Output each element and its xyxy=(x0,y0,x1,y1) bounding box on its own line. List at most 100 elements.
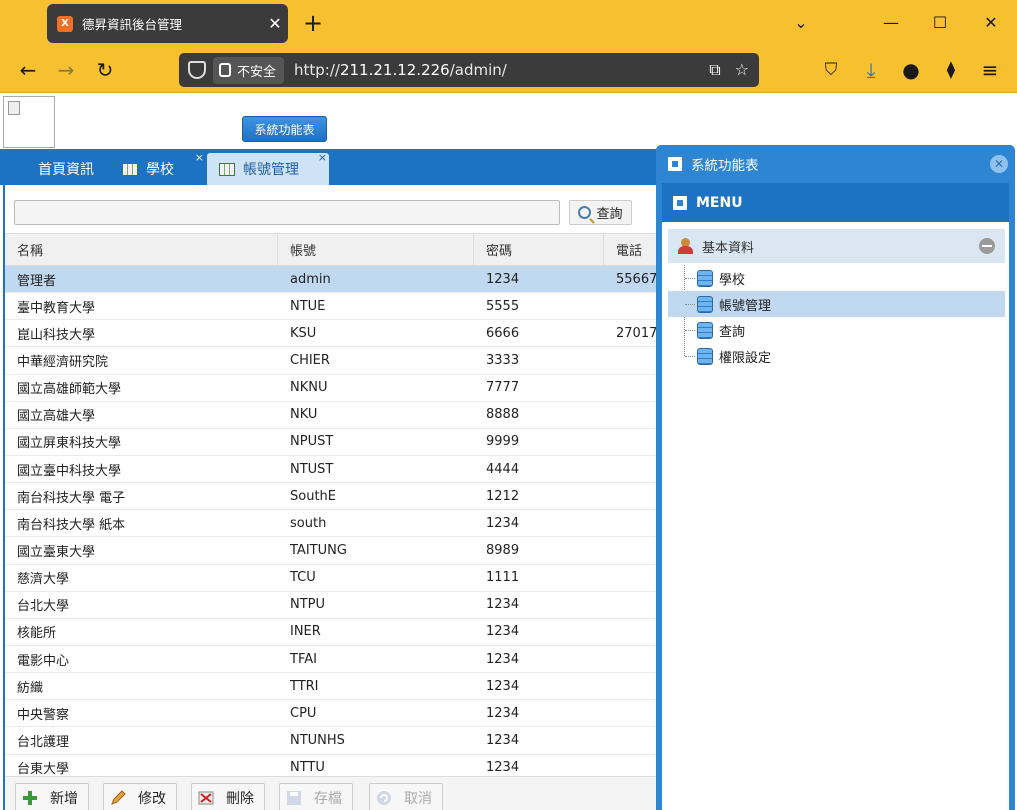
table-row[interactable]: 崑山科技大學 KSU 6666 27017 xyxy=(5,320,658,348)
save-label: 存檔 xyxy=(314,791,342,807)
table-row[interactable]: 中央警察 CPU 1234 xyxy=(5,700,658,728)
table-cell: 1234 xyxy=(486,651,520,667)
table-row[interactable]: 管理者 admin 1234 55667 xyxy=(5,266,658,294)
url-path: /admin/ xyxy=(449,61,507,79)
column-header-account[interactable]: 帳號 xyxy=(278,234,474,265)
address-bar[interactable]: 不安全 http://211.21.12.226/admin/ ⧉ ☆ xyxy=(179,53,759,87)
save-button[interactable]: 存檔 xyxy=(279,783,353,810)
table-cell: 國立屏東科技大學 xyxy=(17,436,122,452)
table-cell: admin xyxy=(290,271,331,287)
section-basic-data[interactable]: 基本資料 xyxy=(668,229,1005,263)
xampp-favicon-icon: X xyxy=(57,15,73,32)
table-row[interactable]: 中華經濟研究院 CHIER 3333 xyxy=(5,347,658,375)
system-menu-button[interactable]: 系統功能表 xyxy=(242,116,327,142)
table-row[interactable]: 南台科技大學 電子 SouthE 1212 xyxy=(5,483,658,511)
table-cell: 崑山科技大學 xyxy=(17,327,96,343)
broken-image-icon xyxy=(8,101,20,115)
column-header-phone[interactable]: 電話 xyxy=(604,234,658,265)
table-row[interactable]: 核能所 INER 1234 xyxy=(5,619,658,646)
table-header: 名稱 帳號 密碼 電話 xyxy=(5,233,658,266)
table-cell: 1234 xyxy=(486,732,520,748)
search-input[interactable] xyxy=(14,200,560,225)
close-tab-icon[interactable]: ✕ xyxy=(262,14,288,33)
table-cell: NTUE xyxy=(290,298,326,314)
tab-account-management[interactable]: 帳號管理 × xyxy=(207,151,329,185)
menu-item-school[interactable]: 學校 xyxy=(668,265,1005,291)
menu-item-permissions[interactable]: 權限設定 xyxy=(668,343,1005,369)
table-cell: 核能所 xyxy=(17,626,57,642)
delete-button[interactable]: 刪除 xyxy=(191,783,265,810)
tracking-shield-icon[interactable] xyxy=(188,61,206,79)
pocket-icon[interactable]: ⛉ xyxy=(817,56,845,84)
menu-item-account-management[interactable]: 帳號管理 xyxy=(668,291,1005,317)
reload-button[interactable]: ↻ xyxy=(91,56,119,84)
save-disk-icon xyxy=(287,791,301,805)
table-cell: 中央警察 xyxy=(17,707,70,723)
menu-label: MENU xyxy=(696,194,743,211)
table-row[interactable]: 國立高雄大學 NKU 8888 xyxy=(5,402,658,429)
url-text[interactable]: http://211.21.12.226/admin/ xyxy=(294,61,709,79)
minimize-button[interactable]: — xyxy=(877,9,905,37)
table-row[interactable]: 電影中心 TFAI 1234 xyxy=(5,646,658,674)
tab-label: 首頁資訊 xyxy=(38,162,94,178)
table-row[interactable]: 慈濟大學 TCU 1111 xyxy=(5,565,658,592)
column-header-password[interactable]: 密碼 xyxy=(474,234,604,265)
browser-tab[interactable]: X 德昇資訊後台管理 ✕ xyxy=(47,4,288,43)
bookmark-star-icon[interactable]: ☆ xyxy=(735,60,749,80)
column-header-name[interactable]: 名稱 xyxy=(5,234,278,265)
system-menu-window[interactable]: 系統功能表 ✕ MENU 基本資料 學校 帳號管理 查詢 權限設定 xyxy=(656,145,1015,810)
close-window-icon[interactable]: ✕ xyxy=(990,155,1008,173)
table-row[interactable]: 紡織 TTRI 1234 xyxy=(5,673,658,701)
table-row[interactable]: 臺中教育大學 NTUE 5555 xyxy=(5,293,658,321)
close-tab-icon[interactable]: × xyxy=(318,151,327,164)
search-button[interactable]: 查詢 xyxy=(569,200,632,225)
table-cell: CPU xyxy=(290,705,317,721)
delete-label: 刪除 xyxy=(226,791,254,807)
tab-home[interactable]: 首頁資訊 xyxy=(26,153,106,185)
browser-tabbar: X 德昇資訊後台管理 ✕ + ⌄ — ☐ ✕ xyxy=(0,0,1017,47)
maximize-button[interactable]: ☐ xyxy=(926,9,954,37)
close-window-button[interactable]: ✕ xyxy=(977,9,1005,37)
table-row[interactable]: 台北大學 NTPU 1234 xyxy=(5,592,658,619)
account-table: 名稱 帳號 密碼 電話 管理者 admin 1234 55667 臺中教育大學 NTUE 5… xyxy=(5,233,658,782)
close-tab-icon[interactable]: × xyxy=(195,151,204,164)
collapse-icon[interactable] xyxy=(979,238,995,254)
table-body: 管理者 admin 1234 55667 臺中教育大學 NTUE 5555 崑山科技大學 KSU… xyxy=(5,266,658,782)
table-cell: NKU xyxy=(290,407,318,423)
extensions-icon[interactable]: ⧫ xyxy=(937,56,965,84)
table-row[interactable]: 國立臺中科技大學 NTUST 4444 xyxy=(5,456,658,484)
menu-item-query[interactable]: 查詢 xyxy=(668,317,1005,343)
cancel-button[interactable]: 取消 xyxy=(369,783,443,810)
edit-button[interactable]: 修改 xyxy=(103,783,177,810)
tab-school[interactable]: 學校 × xyxy=(110,151,206,185)
add-button[interactable]: 新增 xyxy=(15,783,89,810)
table-cell: INER xyxy=(290,624,321,640)
app-menu-icon[interactable]: ≡ xyxy=(976,56,1004,84)
window-titlebar[interactable]: 系統功能表 xyxy=(656,145,1015,183)
site-security-indicator[interactable]: 不安全 xyxy=(213,56,285,84)
table-row[interactable]: 台北護理 NTUNHS 1234 xyxy=(5,727,658,755)
table-cell: NPUST xyxy=(290,434,334,450)
url-prefix: http:// xyxy=(294,61,340,79)
forward-button[interactable]: → xyxy=(52,56,80,84)
database-icon xyxy=(697,321,713,339)
table-row[interactable]: 國立高雄師範大學 NKNU 7777 xyxy=(5,375,658,402)
table-cell: 1234 xyxy=(486,678,520,694)
menu-header: MENU xyxy=(662,183,1009,222)
account-icon[interactable]: ● xyxy=(897,56,925,84)
table-row[interactable]: 國立屏東科技大學 NPUST 9999 xyxy=(5,429,658,456)
table-row[interactable]: 南台科技大學 紙本 south 1234 xyxy=(5,510,658,538)
table-cell: 1234 xyxy=(486,705,520,721)
back-button[interactable]: ← xyxy=(14,56,42,84)
translate-icon[interactable]: ⧉ xyxy=(709,60,720,80)
tab-list-chevron-icon[interactable]: ⌄ xyxy=(787,9,815,37)
table-cell: 27017 xyxy=(616,325,658,341)
table-cell: SouthE xyxy=(290,488,336,504)
table-cell: KSU xyxy=(290,325,317,341)
table-row[interactable]: 國立臺東大學 TAITUNG 8989 xyxy=(5,537,658,565)
table-cell: NTPU xyxy=(290,597,326,613)
table-cell: 中華經濟研究院 xyxy=(17,354,109,370)
new-tab-button[interactable]: + xyxy=(299,9,327,37)
menu-item-label: 學校 xyxy=(719,272,746,288)
downloads-icon[interactable]: ⤓ xyxy=(857,56,885,84)
